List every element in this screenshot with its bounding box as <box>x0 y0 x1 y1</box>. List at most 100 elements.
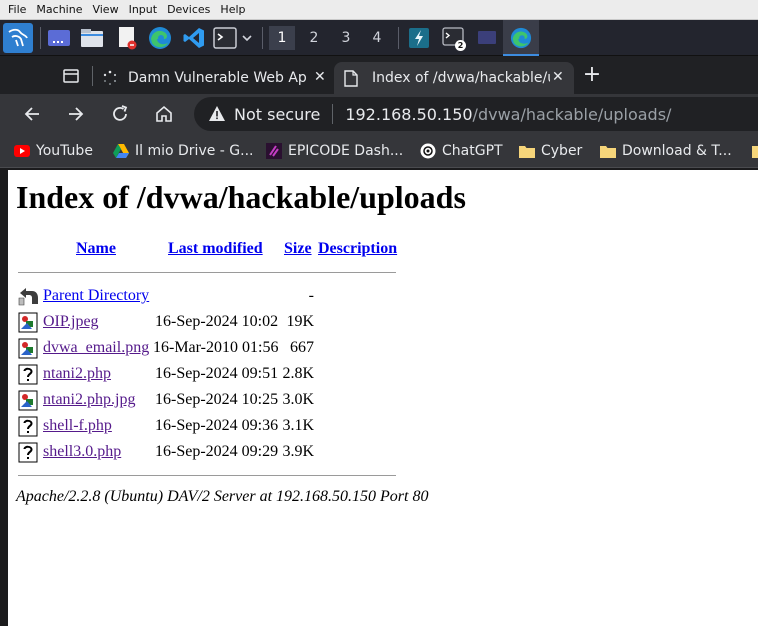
unknown-file-icon <box>18 416 39 437</box>
menu-input[interactable]: Input <box>124 3 162 16</box>
file-size: 3.9K <box>282 443 314 460</box>
address-bar[interactable]: Not secure 192.168.50.150/dvwa/hackable/… <box>194 97 758 131</box>
tab-title: Damn Vulnerable Web App <box>128 70 306 86</box>
footer-rule <box>18 475 396 476</box>
menu-file[interactable]: File <box>3 3 31 16</box>
file-size: 3.1K <box>282 417 314 434</box>
bookmark-epicode[interactable]: EPICODE Dash... <box>266 141 403 161</box>
close-icon[interactable]: ✕ <box>314 69 326 85</box>
browser-tabstrip: Damn Vulnerable Web App ✕ Index of /dvwa… <box>0 56 758 94</box>
youtube-icon <box>14 143 30 159</box>
bookmark-drive[interactable]: Il mio Drive - G... <box>113 141 254 161</box>
bookmark-label: EPICODE Dash... <box>288 143 404 159</box>
file-modified: 16-Sep-2024 09:51 <box>155 365 279 382</box>
tab-title: Index of /dvwa/hackable/uploads/ <box>372 70 550 86</box>
menu-devices[interactable]: Devices <box>162 3 215 16</box>
home-button[interactable] <box>150 100 178 128</box>
column-description[interactable]: Description <box>318 240 397 258</box>
back-folder-icon <box>18 286 39 307</box>
file-size: 3.0K <box>282 391 314 408</box>
column-name[interactable]: Name <box>76 240 116 258</box>
server-signature: Apache/2.2.8 (Ubuntu) DAV/2 Server at 19… <box>16 488 429 505</box>
panel-separator <box>398 27 399 49</box>
file-manager-icon[interactable] <box>78 24 106 52</box>
file-modified: 16-Sep-2024 10:25 <box>155 391 279 408</box>
desktop-window-icon[interactable] <box>473 24 501 52</box>
page-title: Index of /dvwa/hackable/uploads <box>16 179 466 215</box>
tab-actions-icon[interactable] <box>62 67 80 85</box>
image-file-icon <box>18 390 39 411</box>
page-icon <box>342 69 360 87</box>
column-last-modified[interactable]: Last modified <box>168 240 263 258</box>
window-count-badge: 2 <box>455 40 466 51</box>
bookmark-overflow[interactable] <box>752 141 758 161</box>
kali-menu-icon[interactable] <box>3 23 33 53</box>
back-button[interactable] <box>18 100 46 128</box>
file-size: 2.8K <box>282 365 314 382</box>
app-icon[interactable] <box>405 24 433 52</box>
file-modified: 16-Mar-2010 01:56 <box>153 339 279 356</box>
file-link[interactable]: shell3.0.php <box>43 443 121 461</box>
vscode-icon[interactable] <box>180 24 208 52</box>
bookmark-download[interactable]: Download & T... <box>600 141 732 161</box>
bookmark-label: Cyber <box>541 143 583 159</box>
bookmark-label: ChatGPT <box>442 143 503 159</box>
bookmark-label: Il mio Drive - G... <box>135 143 254 159</box>
panel-separator <box>40 27 41 49</box>
tab-separator <box>92 66 93 86</box>
file-link[interactable]: dvwa_email.png <box>43 339 149 357</box>
file-link[interactable]: ntani2.php.jpg <box>43 391 135 409</box>
tab-dvwa[interactable]: Damn Vulnerable Web App ✕ <box>96 62 332 94</box>
workspace-1[interactable]: 1 <box>269 26 295 50</box>
show-desktop-icon[interactable] <box>45 24 73 52</box>
file-size: - <box>308 287 314 304</box>
panel-separator <box>262 27 263 49</box>
file-link[interactable]: shell-f.php <box>43 417 112 435</box>
file-link[interactable]: ntani2.php <box>43 365 111 383</box>
bookmark-youtube[interactable]: YouTube <box>14 141 93 161</box>
text-editor-icon[interactable] <box>113 24 141 52</box>
bookmark-label: YouTube <box>36 143 93 159</box>
epicode-icon <box>266 143 282 159</box>
file-modified: 16-Sep-2024 10:02 <box>155 313 279 330</box>
file-size: 19K <box>286 313 314 330</box>
warning-icon[interactable] <box>208 105 226 123</box>
menu-help[interactable]: Help <box>215 3 250 16</box>
forward-button[interactable] <box>62 100 90 128</box>
file-link-parent-directory[interactable]: Parent Directory <box>43 287 149 305</box>
url-host: 192.168.50.150 <box>345 104 473 124</box>
edge-browser-icon[interactable] <box>146 24 174 52</box>
column-size[interactable]: Size <box>284 240 312 258</box>
terminal-window-icon[interactable]: 2 <box>440 24 468 52</box>
workspace-3[interactable]: 3 <box>333 26 359 50</box>
menu-machine[interactable]: Machine <box>31 3 87 16</box>
new-tab-button[interactable]: + <box>582 64 602 86</box>
image-file-icon <box>18 338 39 359</box>
bookmark-chatgpt[interactable]: ChatGPT <box>420 141 503 161</box>
workspace-4[interactable]: 4 <box>364 26 390 50</box>
security-label[interactable]: Not secure <box>234 105 320 124</box>
folder-icon <box>519 143 535 159</box>
edge-window-icon[interactable] <box>507 24 535 52</box>
folder-icon <box>600 143 616 159</box>
header-rule <box>18 272 396 273</box>
address-separator <box>332 104 334 124</box>
terminal-icon[interactable] <box>211 24 239 52</box>
tab-index-uploads[interactable]: Index of /dvwa/hackable/uploads/ ✕ <box>334 62 574 94</box>
url-path: /dvwa/hackable/uploads/ <box>472 104 672 124</box>
close-icon[interactable]: ✕ <box>552 69 564 85</box>
chevron-down-icon[interactable] <box>238 24 256 52</box>
file-modified: 16-Sep-2024 09:36 <box>155 417 279 434</box>
vm-menubar: File Machine View Input Devices Help <box>0 0 758 20</box>
bookmark-label: Download & T... <box>622 143 732 159</box>
file-modified: 16-Sep-2024 09:29 <box>155 443 279 460</box>
browser-navbar: Not secure 192.168.50.150/dvwa/hackable/… <box>0 94 758 134</box>
page-content: Index of /dvwa/hackable/uploads Name Las… <box>8 170 758 626</box>
reload-button[interactable] <box>106 100 134 128</box>
file-link[interactable]: OIP.jpeg <box>43 313 99 331</box>
drive-icon <box>113 143 129 159</box>
workspace-2[interactable]: 2 <box>301 26 327 50</box>
menu-view[interactable]: View <box>87 3 123 16</box>
folder-icon <box>752 143 758 159</box>
bookmark-cyber[interactable]: Cyber <box>519 141 582 161</box>
